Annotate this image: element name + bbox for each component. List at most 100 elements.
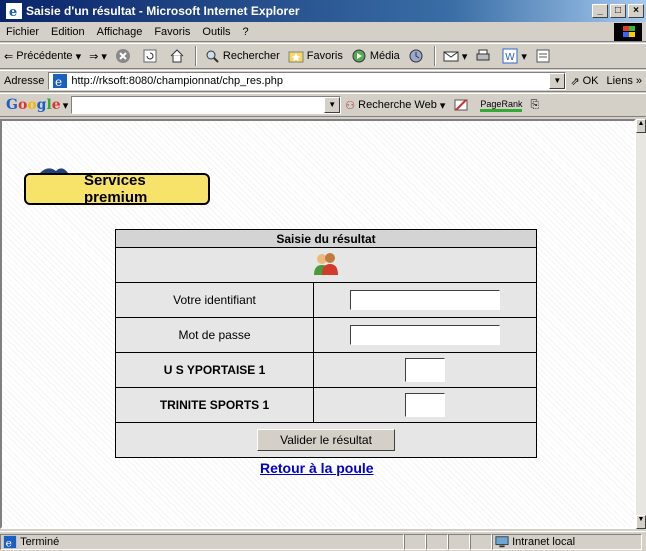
home-button[interactable] [165, 45, 192, 67]
ie-icon: e [6, 3, 22, 19]
google-search-dropdown[interactable]: ▼ [324, 97, 341, 113]
login-cell [313, 282, 537, 318]
page-icon: e [53, 74, 68, 89]
submit-cell: Valider le résultat [115, 422, 537, 458]
menu-edition[interactable]: Edition [45, 26, 91, 38]
home-team-name: U S YPORTAISE 1 [115, 352, 314, 388]
logo-badge: Services premium [24, 172, 210, 206]
home-icon [170, 49, 184, 63]
media-label: Média [369, 50, 400, 62]
forward-button[interactable]: ⇒ ▾ [85, 45, 111, 67]
away-score-cell [313, 387, 537, 423]
away-score-input[interactable] [405, 393, 445, 417]
discuss-button[interactable] [531, 45, 558, 67]
back-button[interactable]: ⇐ Précédente ▾ [0, 45, 85, 67]
home-score-input[interactable] [405, 358, 445, 382]
svg-text:e: e [55, 75, 62, 89]
search-web-label: Recherche Web [358, 99, 437, 111]
zone-text: Intranet local [512, 535, 576, 548]
favorites-label: Favoris [306, 50, 343, 62]
menu-affichage[interactable]: Affichage [91, 26, 149, 38]
submit-result-button[interactable]: Valider le résultat [257, 429, 395, 451]
google-logo[interactable]: Google [0, 97, 63, 113]
back-to-pool-link[interactable]: Retour à la poule [260, 460, 374, 476]
media-icon [352, 49, 366, 63]
pagerank-indicator: PageRank [476, 94, 526, 116]
go-button[interactable]: ⇗ OK [566, 70, 602, 92]
login-input[interactable] [350, 290, 500, 310]
menu-favoris[interactable]: Favoris [148, 26, 196, 38]
binoculars-icon: ⚇ [345, 99, 356, 112]
window-titlebar: e Saisie d'un résultat - Microsoft Inter… [0, 0, 646, 22]
forward-arrow-icon: ⇒ [89, 50, 99, 63]
password-label: Mot de passe [115, 317, 314, 353]
svg-text:W: W [505, 52, 515, 63]
svg-text:e: e [6, 537, 12, 549]
status-panel-2 [426, 533, 448, 550]
favorites-icon [288, 51, 304, 63]
scroll-up-arrow-icon[interactable]: ▲ [636, 119, 646, 133]
windows-logo-icon [614, 23, 642, 41]
zone-cell: Intranet local [492, 533, 642, 550]
links-button[interactable]: Liens » [603, 70, 646, 92]
status-panel-3 [448, 533, 470, 550]
status-text-cell: e Terminé [0, 533, 404, 550]
search-web-button[interactable]: ⚇ Recherche Web ▾ [341, 94, 449, 116]
address-dropdown-arrow[interactable]: ▼ [549, 73, 566, 89]
vertical-scrollbar[interactable]: ▲ ▼ [636, 119, 646, 529]
status-bar: e Terminé Intranet local [0, 531, 646, 551]
popup-blocker-button[interactable] [449, 94, 476, 116]
address-label: Adresse [4, 75, 45, 87]
mail-button[interactable]: ▾ [439, 45, 472, 67]
menu-fichier[interactable]: Fichier [0, 26, 45, 38]
login-label: Votre identifiant [115, 282, 314, 318]
minimize-button[interactable]: _ [592, 4, 608, 18]
menu-help[interactable]: ? [237, 26, 255, 38]
address-bar: Adresse e http://rksoft:8080/championnat… [0, 70, 646, 92]
media-button[interactable]: Média [347, 45, 404, 67]
maximize-button[interactable]: □ [610, 4, 626, 18]
status-panel-1 [404, 533, 426, 550]
edit-word-button[interactable]: W ▾ [498, 45, 531, 67]
away-team-name: TRINITE SPORTS 1 [115, 387, 314, 423]
print-icon [476, 49, 490, 61]
window-title: Saisie d'un résultat - Microsoft Interne… [26, 4, 300, 18]
stop-icon [115, 49, 130, 63]
favorites-button[interactable]: Favoris [284, 45, 347, 67]
page-done-icon: e [3, 535, 17, 549]
print-button[interactable] [471, 45, 498, 67]
address-input[interactable]: e http://rksoft:8080/championnat/chp_res… [48, 72, 567, 90]
back-label: Précédente [16, 50, 73, 62]
popup-blocker-icon [454, 99, 468, 111]
page-content: Services premium Saisie du résultat Votr… [0, 119, 636, 529]
users-icon-cell [115, 247, 537, 283]
close-button[interactable]: × [628, 4, 644, 18]
word-icon: W [502, 48, 518, 64]
refresh-button[interactable] [138, 45, 165, 67]
password-cell [313, 317, 537, 353]
menu-outils[interactable]: Outils [196, 26, 236, 38]
go-arrow-icon: ⇗ [570, 75, 580, 88]
google-search-input[interactable]: ▼ [71, 96, 342, 114]
search-icon [206, 50, 219, 63]
form-title: Saisie du résultat [115, 229, 537, 248]
status-panel-4 [470, 533, 492, 550]
pagerank-label: PageRank [480, 99, 523, 112]
options-icon: ⎘ [530, 98, 540, 111]
intranet-icon [495, 535, 509, 547]
address-url: http://rksoft:8080/championnat/chp_res.p… [71, 75, 283, 87]
status-text: Terminé [20, 535, 60, 548]
home-score-cell [313, 352, 537, 388]
result-form: Saisie du résultat Votre identifiant Mot… [115, 229, 537, 458]
services-premium-logo: Services premium [24, 151, 214, 207]
history-button[interactable] [404, 45, 431, 67]
search-label: Rechercher [222, 50, 280, 62]
google-toolbar: Google ▾ ▼ ⚇ Recherche Web ▾ PageRank ⎘ [0, 93, 646, 117]
search-button[interactable]: Rechercher [200, 45, 284, 67]
menu-bar: Fichier Edition Affichage Favoris Outils… [0, 22, 646, 42]
toolbar-options-button[interactable]: ⎘ [526, 94, 543, 116]
users-icon [314, 252, 338, 275]
password-input[interactable] [350, 325, 500, 345]
scroll-down-arrow-icon[interactable]: ▼ [636, 515, 646, 529]
stop-button[interactable] [111, 45, 138, 67]
